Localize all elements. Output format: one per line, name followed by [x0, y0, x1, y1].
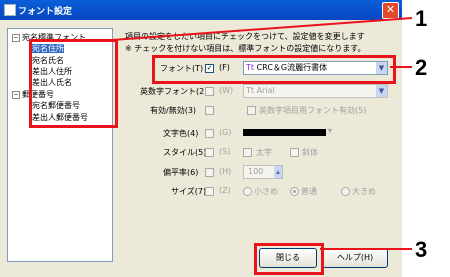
callout-lines [111, 17, 413, 250]
callout-box-font [152, 55, 396, 84]
callout-number-3: 3 [415, 237, 428, 262]
callout-box-close [254, 243, 324, 275]
callout-number-1: 1 [415, 6, 428, 31]
callout-number-2: 2 [415, 55, 428, 80]
